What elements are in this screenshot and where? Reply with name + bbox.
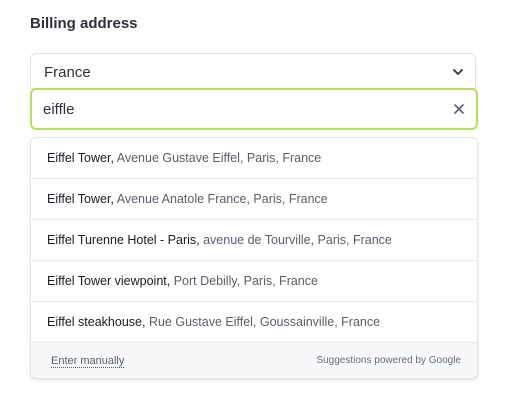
enter-manually-link[interactable]: Enter manually bbox=[51, 355, 124, 367]
suggestion-main-text: Eiffel Tower viewpoint bbox=[47, 274, 167, 288]
address-search-field[interactable] bbox=[30, 88, 478, 130]
suggestion-secondary-text: Avenue Anatole France, Paris, France bbox=[116, 192, 328, 206]
powered-by-label: Suggestions powered by Google bbox=[316, 355, 461, 366]
suggestion-secondary-text: Avenue Gustave Eiffel, Paris, France bbox=[116, 151, 322, 165]
suggestion-secondary-text: Port Debilly, Paris, France bbox=[173, 274, 318, 288]
suggestion-secondary-text: Rue Gustave Eiffel, Goussainville, Franc… bbox=[148, 315, 381, 329]
suggestion-item[interactable]: Eiffel Tower, Avenue Anatole France, Par… bbox=[31, 179, 477, 220]
suggestion-item[interactable]: Eiffel Turenne Hotel - Paris, avenue de … bbox=[31, 220, 477, 261]
chevron-down-icon[interactable] bbox=[451, 65, 465, 79]
suggestion-item[interactable]: Eiffel Tower, Avenue Gustave Eiffel, Par… bbox=[31, 138, 477, 179]
suggestion-secondary-text: avenue de Tourville, Paris, France bbox=[203, 233, 392, 247]
suggestion-main-text: Eiffel steakhouse bbox=[47, 315, 142, 329]
suggestion-main-text: Eiffel Tower bbox=[47, 192, 111, 206]
address-search-input[interactable] bbox=[43, 98, 423, 120]
suggestion-main-text: Eiffel Turenne Hotel - Paris bbox=[47, 233, 197, 247]
close-icon[interactable] bbox=[451, 101, 467, 117]
suggestion-main-text: Eiffel Tower bbox=[47, 151, 111, 165]
country-select[interactable]: France bbox=[30, 53, 476, 89]
suggestion-item[interactable]: Eiffel Tower viewpoint, Port Debilly, Pa… bbox=[31, 261, 477, 302]
country-value: France bbox=[44, 64, 91, 81]
section-heading: Billing address bbox=[30, 15, 138, 32]
dropdown-footer: Enter manually Suggestions powered by Go… bbox=[31, 343, 477, 378]
suggestions-dropdown: Eiffel Tower, Avenue Gustave Eiffel, Par… bbox=[30, 137, 478, 379]
suggestion-item[interactable]: Eiffel steakhouse, Rue Gustave Eiffel, G… bbox=[31, 302, 477, 343]
